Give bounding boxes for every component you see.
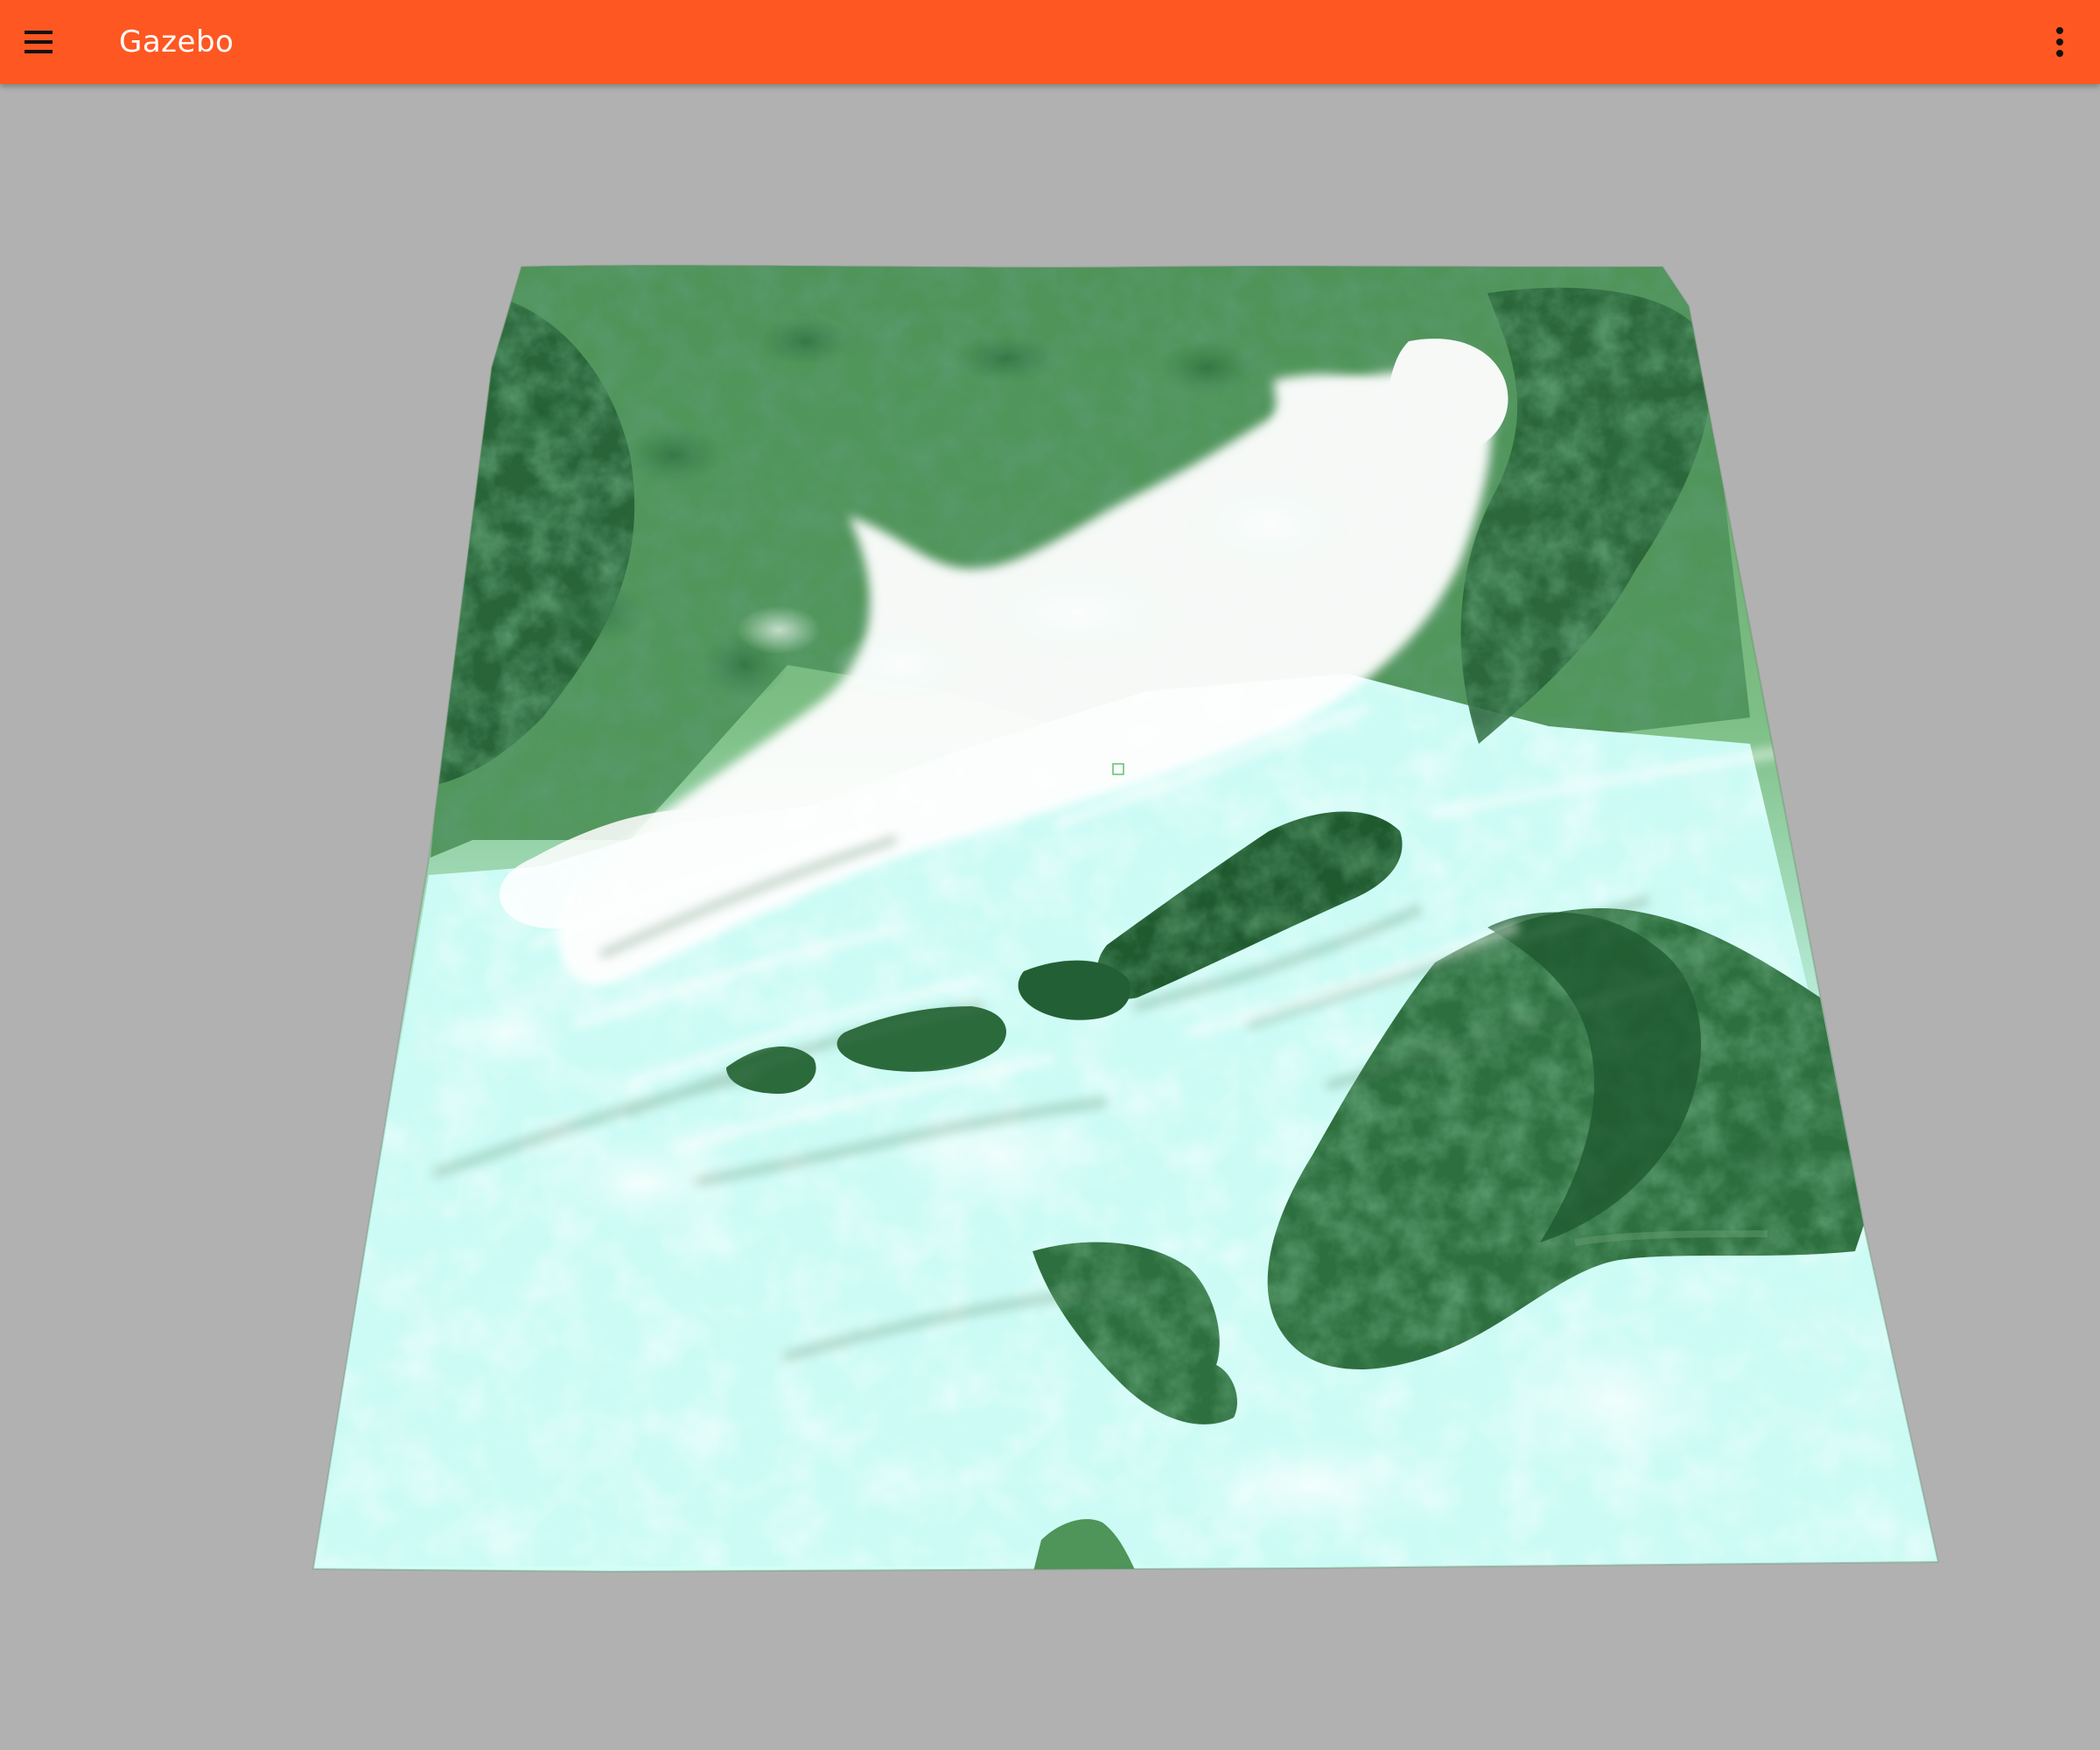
menu-icon	[24, 31, 52, 53]
menu-button[interactable]	[21, 21, 63, 63]
app-title: Gazebo	[119, 24, 234, 60]
terrain-scene[interactable]	[0, 84, 2100, 1750]
3d-scene-viewport[interactable]	[0, 84, 2100, 1750]
top-app-bar: Gazebo	[0, 0, 2100, 84]
more-options-button[interactable]	[2039, 21, 2081, 63]
heightmap-terrain[interactable]	[298, 254, 1960, 1584]
more-vert-icon	[2056, 27, 2063, 57]
gazebo-app: Gazebo	[0, 0, 2100, 1750]
